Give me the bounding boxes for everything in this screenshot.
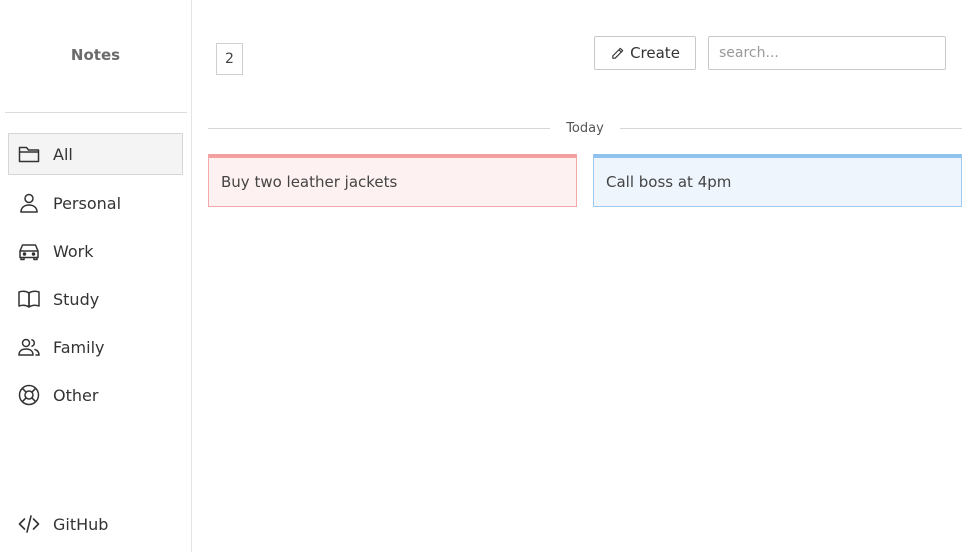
create-button-label: Create bbox=[630, 44, 680, 62]
search-input[interactable] bbox=[708, 36, 946, 70]
notes-app: Notes All Personal Work Study Family Oth… bbox=[0, 0, 974, 552]
lifebuoy-icon bbox=[17, 383, 41, 407]
note-text: Buy two leather jackets bbox=[221, 173, 398, 191]
note-count-badge: 2 bbox=[216, 43, 243, 75]
date-group-label: Today bbox=[566, 120, 604, 136]
sidebar-item-label: Personal bbox=[53, 193, 122, 213]
sidebar: Notes All Personal Work Study Family Oth… bbox=[0, 0, 192, 552]
sidebar-item-label: Work bbox=[53, 241, 94, 261]
users-icon bbox=[17, 335, 41, 359]
sidebar-item-study[interactable]: Study bbox=[8, 278, 183, 320]
sidebar-item-label: Other bbox=[53, 385, 99, 405]
create-button[interactable]: Create bbox=[594, 36, 696, 70]
note-card[interactable]: Buy two leather jackets bbox=[208, 154, 577, 207]
sidebar-divider bbox=[5, 112, 187, 113]
sidebar-item-label: All bbox=[53, 144, 73, 164]
pencil-icon bbox=[610, 46, 625, 61]
sidebar-item-label: Family bbox=[53, 337, 105, 357]
car-icon bbox=[17, 239, 41, 263]
sidebar-item-work[interactable]: Work bbox=[8, 230, 183, 272]
code-icon bbox=[17, 512, 41, 536]
sidebar-item-family[interactable]: Family bbox=[8, 326, 183, 368]
app-title: Notes bbox=[70, 46, 121, 64]
sidebar-item-all[interactable]: All bbox=[8, 133, 183, 175]
separator-line bbox=[208, 127, 551, 129]
user-icon bbox=[17, 191, 41, 215]
github-link[interactable]: GitHub bbox=[8, 503, 183, 545]
sidebar-item-other[interactable]: Other bbox=[8, 374, 183, 416]
note-text: Call boss at 4pm bbox=[606, 173, 732, 191]
note-card[interactable]: Call boss at 4pm bbox=[593, 154, 962, 207]
github-label: GitHub bbox=[53, 514, 109, 534]
folder-icon bbox=[17, 142, 41, 166]
sidebar-item-personal[interactable]: Personal bbox=[8, 182, 183, 224]
book-icon bbox=[17, 287, 41, 311]
date-group-separator: Today bbox=[208, 120, 963, 136]
sidebar-item-label: Study bbox=[53, 289, 100, 309]
separator-line bbox=[619, 127, 963, 129]
